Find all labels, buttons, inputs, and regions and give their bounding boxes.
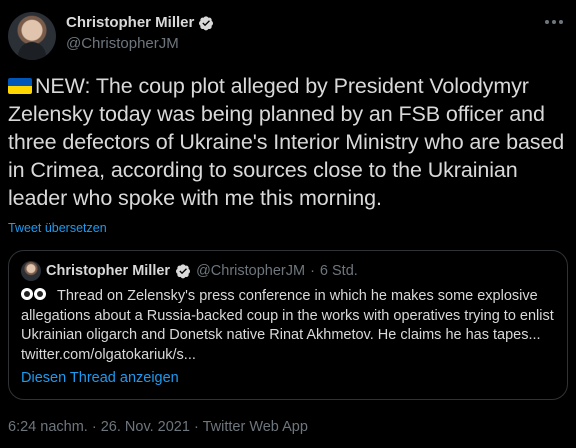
more-options-icon[interactable]: [542, 12, 566, 32]
dot-separator: ·: [91, 419, 97, 435]
quoted-author-avatar: [21, 261, 41, 281]
quoted-author-name: Christopher Miller: [46, 263, 171, 279]
translate-tweet-link[interactable]: Tweet übersetzen: [8, 221, 107, 235]
verified-badge-icon: [176, 264, 191, 279]
author-name[interactable]: Christopher Miller: [66, 14, 194, 31]
quoted-tweet-header: Christopher Miller @ChristopherJM · 6 St…: [21, 261, 358, 281]
dot-separator: ·: [193, 419, 199, 435]
ukraine-flag-icon: [8, 78, 32, 94]
author-handle[interactable]: @ChristopherJM: [66, 35, 179, 52]
quoted-tweet-card[interactable]: Christopher Miller @ChristopherJM · 6 St…: [8, 250, 568, 400]
quoted-tweet-age: 6 Std.: [319, 263, 358, 279]
quoted-tweet-text: Thread on Zelensky's press conference in…: [21, 288, 554, 363]
show-thread-link[interactable]: Diesen Thread anzeigen: [21, 370, 179, 386]
quoted-author-handle: @ChristopherJM: [196, 263, 306, 279]
tweet-text: NEW: The coup plot alleged by President …: [8, 74, 565, 210]
quoted-tweet-body: Thread on Zelensky's press conference in…: [21, 287, 557, 365]
verified-badge-icon: [199, 15, 214, 30]
tweet-header: Christopher Miller @ChristopherJM: [8, 10, 568, 60]
tweet-time[interactable]: 6:24 nachm.: [8, 419, 88, 435]
eyes-icon: [21, 287, 57, 301]
author-name-row[interactable]: Christopher Miller: [66, 14, 214, 31]
tweet-meta: 6:24 nachm. · 26. Nov. 2021 · Twitter We…: [8, 419, 308, 435]
tweet-source: Twitter Web App: [202, 419, 308, 435]
tweet-body: NEW: The coup plot alleged by President …: [8, 72, 574, 212]
tweet-date[interactable]: 26. Nov. 2021: [101, 419, 190, 435]
author-avatar[interactable]: [8, 12, 56, 60]
dot-separator: ·: [310, 263, 315, 279]
